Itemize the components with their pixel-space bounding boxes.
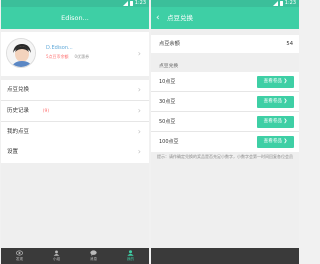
balance-row: 点豆余额 54 [151, 35, 299, 53]
tab-label: 我的 [126, 257, 135, 261]
group-icon [53, 250, 60, 256]
menu-item-label: 设置 [7, 149, 19, 155]
option-label: 30点豆 [159, 99, 176, 105]
page-title: Edison... [61, 14, 89, 22]
profile-coupon: 0优惠券 [74, 54, 90, 59]
tab-label: 小组 [52, 257, 61, 261]
title-bar: Edison... [1, 7, 149, 29]
chevron-right-icon: › [137, 127, 141, 136]
view-prizes-button[interactable]: 查看卷品 ❯ [257, 96, 294, 108]
signal-icon [272, 1, 278, 6]
menu-item-label: 我的点豆 [7, 129, 30, 135]
menu-item-my-points[interactable]: 我的点豆 › [1, 122, 149, 143]
chevron-right-icon: › [137, 85, 141, 94]
exchange-option-100: 100点豆 查看卷品 ❯ [151, 132, 299, 152]
status-time: 1:23 [134, 0, 146, 6]
discover-icon [16, 250, 23, 256]
tab-bar: 发现 小组 消息 我的 [1, 248, 149, 264]
exchange-screen: 1:23 ‹ 点豆兑换 点豆余额 54 点豆兑换 10点豆 查看卷品 ❯ 30点… [151, 0, 299, 264]
battery-icon [129, 1, 133, 6]
menu-item-settings[interactable]: 设置 › [1, 142, 149, 163]
avatar[interactable] [6, 38, 36, 68]
history-count-badge: (9) [42, 109, 50, 114]
nav-bar [151, 248, 299, 264]
menu-item-label: 点豆兑换 [7, 87, 30, 93]
option-label: 50点豆 [159, 119, 176, 125]
screenshot: 1:23 Edison... D.Edison... 5点豆币余额 0优惠券 ›… [0, 0, 300, 264]
balance-label: 点豆余额 [159, 41, 180, 47]
title-bar: ‹ 点豆兑换 [151, 7, 299, 29]
menu-list: 点豆兑换 › 历史记录 (9) › 我的点豆 › [1, 80, 149, 143]
chevron-right-icon: › [137, 147, 141, 156]
profile-screen: 1:23 Edison... D.Edison... 5点豆币余额 0优惠券 ›… [1, 0, 149, 264]
balance-value: 54 [286, 41, 293, 47]
tip-text: 提示：请作确定兑换的奖品是否充足小数字，小数字会第一时间回复各位会员 [157, 154, 293, 159]
view-prizes-button[interactable]: 查看卷品 ❯ [257, 76, 294, 88]
exchange-option-30: 30点豆 查看卷品 ❯ [151, 92, 299, 112]
signal-icon [122, 1, 128, 6]
message-icon [90, 250, 97, 256]
status-bar: 1:23 [151, 0, 299, 7]
profile-meta: 5点豆币余额 0优惠券 [46, 54, 89, 60]
tab-me[interactable]: 我的 [112, 248, 149, 264]
exchange-option-10: 10点豆 查看卷品 ❯ [151, 72, 299, 92]
status-bar: 1:23 [1, 0, 149, 7]
exchange-options: 10点豆 查看卷品 ❯ 30点豆 查看卷品 ❯ 50点豆 查看卷品 ❯ 100点… [151, 72, 299, 152]
tab-group[interactable]: 小组 [38, 248, 75, 264]
settings-list: 设置 › [1, 142, 149, 163]
tab-discover[interactable]: 发现 [1, 248, 38, 264]
tab-label: 消息 [89, 257, 98, 261]
tab-label: 发现 [15, 257, 24, 261]
exchange-option-50: 50点豆 查看卷品 ❯ [151, 112, 299, 132]
profile-name: D.Edison... [46, 45, 73, 51]
option-label: 100点豆 [159, 139, 179, 145]
menu-item-label: 历史记录 [7, 108, 30, 114]
me-icon [127, 250, 134, 256]
option-label: 10点豆 [159, 79, 176, 85]
chevron-right-icon: › [137, 106, 141, 115]
view-prizes-button[interactable]: 查看卷品 ❯ [257, 136, 294, 148]
back-icon[interactable]: ‹ [156, 7, 160, 29]
page-title: 点豆兑换 [167, 14, 193, 22]
profile-points: 5点豆币余额 [46, 54, 69, 59]
tab-message[interactable]: 消息 [75, 248, 112, 264]
status-time: 1:23 [284, 0, 296, 6]
section-label: 点豆兑换 [159, 64, 179, 69]
chevron-right-icon: › [137, 49, 141, 58]
view-prizes-button[interactable]: 查看卷品 ❯ [257, 116, 294, 128]
battery-icon [279, 1, 283, 6]
menu-item-exchange[interactable]: 点豆兑换 › [1, 80, 149, 101]
menu-item-history[interactable]: 历史记录 (9) › [1, 101, 149, 122]
profile-card[interactable]: D.Edison... 5点豆币余额 0优惠券 › [1, 32, 149, 76]
